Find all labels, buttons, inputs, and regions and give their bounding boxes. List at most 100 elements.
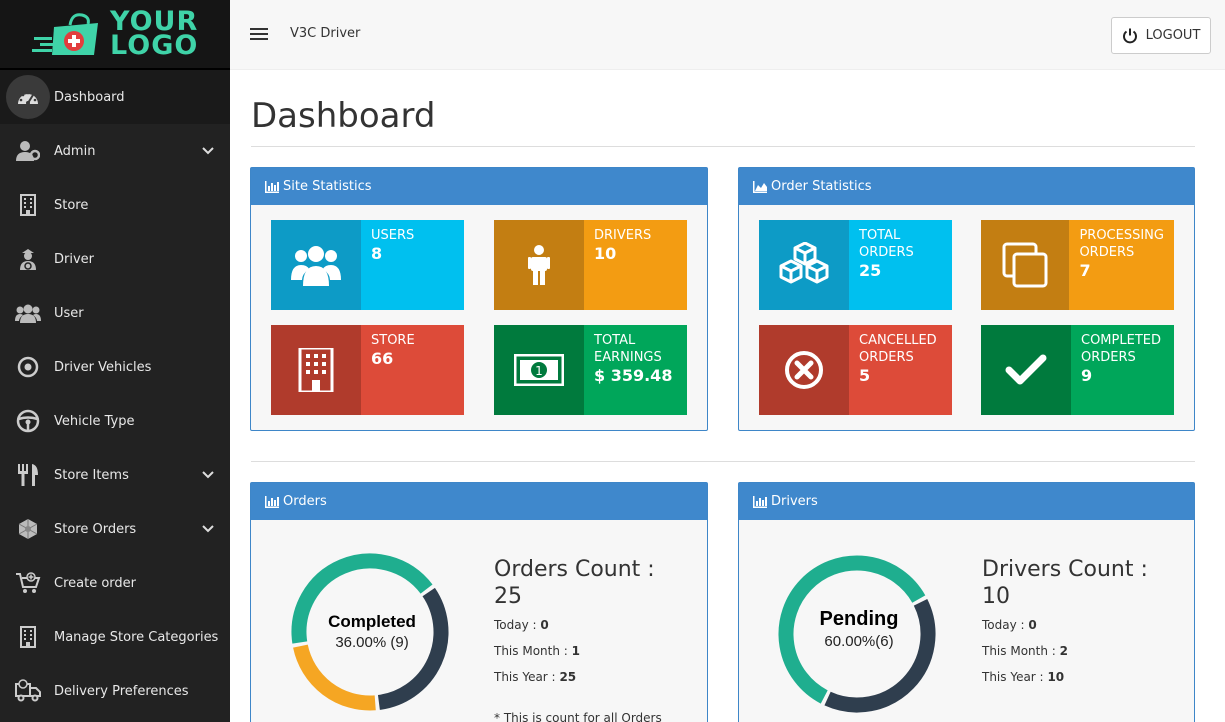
brand-name: V3C Driver: [290, 26, 361, 41]
dashboard-icon: [6, 75, 50, 119]
sidebar-item-dashboard[interactable]: Dashboard: [0, 70, 230, 124]
sidebar-item-label: Store: [54, 197, 89, 213]
drivers-tile[interactable]: DRIVERS 10: [494, 220, 687, 310]
panel-header: Orders: [251, 483, 707, 520]
tile-value: 7: [1079, 261, 1091, 280]
sidebar-item-manage-store-categories[interactable]: Manage Store Categories: [0, 610, 230, 664]
tile-label: COMPLETED ORDERS: [1081, 333, 1161, 365]
divider: [251, 461, 1195, 462]
target-icon: [14, 353, 42, 381]
total-orders-tile[interactable]: TOTAL ORDERS 25: [759, 220, 952, 310]
building-icon: [14, 623, 42, 651]
steering-wheel-icon: [14, 407, 42, 435]
cutlery-icon: [14, 461, 42, 489]
bar-chart-icon: [753, 495, 767, 508]
bar-chart-icon: [265, 495, 279, 508]
sidebar-item-label: Delivery Preferences: [54, 683, 189, 699]
sidebar-item-label: Create order: [54, 575, 136, 591]
earnings-tile[interactable]: 1 TOTAL EARNINGS $ 359.48: [494, 325, 687, 415]
money-icon: 1: [494, 325, 584, 415]
sidebar-item-label: User: [54, 305, 84, 321]
orders-this-year: This Year : 25: [494, 670, 577, 684]
logo[interactable]: YOUR LOGO: [0, 0, 230, 70]
tile-value: 10: [594, 244, 617, 263]
sidebar-item-label: Dashboard: [54, 89, 125, 105]
area-chart-icon: [753, 180, 767, 193]
copy-icon: [981, 220, 1070, 310]
sidebar-item-driver-vehicles[interactable]: Driver Vehicles: [0, 340, 230, 394]
topbar: V3C Driver LOGOUT: [230, 0, 1225, 70]
cancel-circle-icon: [759, 325, 849, 415]
sidebar-item-driver[interactable]: Driver: [0, 232, 230, 286]
tile-label: USERS: [371, 228, 415, 243]
divider: [251, 146, 1195, 147]
store-tile[interactable]: STORE 66: [271, 325, 464, 415]
tile-value: 5: [859, 366, 871, 385]
processing-orders-tile[interactable]: PROCESSING ORDERS 7: [981, 220, 1174, 310]
drivers-count-title: Drivers Count : 10: [982, 557, 1148, 609]
chevron-down-icon[interactable]: [202, 522, 214, 537]
users-icon: [14, 299, 42, 327]
sidebar-item-label: Vehicle Type: [54, 413, 135, 429]
menu-toggle-icon[interactable]: [250, 28, 268, 40]
sidebar-item-delivery-preferences[interactable]: Delivery Preferences: [0, 664, 230, 718]
orders-donut-label: Completed 36.00% (9): [328, 612, 416, 651]
driver-icon: [14, 245, 42, 273]
sidebar-item-label: Driver Vehicles: [54, 359, 152, 375]
building-icon: [14, 191, 42, 219]
sidebar-item-vehicle-type[interactable]: Vehicle Type: [0, 394, 230, 448]
panel-header: Order Statistics: [739, 168, 1194, 205]
logo-text: YOUR LOGO: [110, 6, 199, 61]
drivers-this-year: This Year : 10: [982, 670, 1065, 684]
bar-chart-icon: [265, 180, 279, 193]
sidebar-item-label: Driver: [54, 251, 95, 267]
svg-text:1: 1: [535, 364, 543, 378]
building-icon: [271, 325, 361, 415]
orders-this-month: This Month : 1: [494, 644, 580, 658]
panel-header: Drivers: [739, 483, 1194, 520]
orders-count-title: Orders Count : 25: [494, 557, 655, 609]
sidebar-item-store[interactable]: Store: [0, 178, 230, 232]
orders-icon: [14, 515, 42, 543]
sidebar-item-admin[interactable]: Admin: [0, 124, 230, 178]
tile-value: 9: [1081, 366, 1093, 385]
tile-value: $ 359.48: [594, 366, 673, 385]
drivers-donut-label: Pending 60.00%(6): [819, 608, 899, 650]
sidebar-item-user[interactable]: User: [0, 286, 230, 340]
panel-header: Site Statistics: [251, 168, 707, 205]
orders-note: * This is count for all Orders: [494, 711, 662, 722]
sidebar-item-store-orders[interactable]: Store Orders: [0, 502, 230, 556]
logo-bag-icon: [32, 13, 98, 55]
sidebar-item-label: Store Items: [54, 467, 129, 483]
drivers-today: Today : 0: [982, 618, 1037, 632]
users-tile[interactable]: USERS 8: [271, 220, 464, 310]
donut-segment-cancelled[interactable]: [293, 644, 376, 711]
sidebar: YOUR LOGO Dashboard Admin Store Driver User D…: [0, 0, 230, 722]
tile-label: STORE: [371, 333, 415, 348]
drivers-this-month: This Month : 2: [982, 644, 1068, 658]
chevron-down-icon[interactable]: [202, 144, 214, 159]
tile-label: PROCESSING ORDERS: [1079, 228, 1164, 260]
sidebar-item-create-order[interactable]: Create order: [0, 556, 230, 610]
tile-label: TOTAL ORDERS: [859, 228, 914, 260]
tile-value: 25: [859, 261, 882, 280]
cubes-icon: [759, 220, 849, 310]
cancelled-orders-tile[interactable]: CANCELLED ORDERS 5: [759, 325, 952, 415]
cart-icon: [14, 569, 42, 597]
person-icon: [494, 220, 584, 310]
check-icon: [981, 325, 1071, 415]
tile-label: DRIVERS: [594, 228, 652, 243]
logout-button[interactable]: LOGOUT: [1111, 17, 1211, 54]
tile-value: 8: [371, 244, 383, 263]
chevron-down-icon[interactable]: [202, 468, 214, 483]
sidebar-item-store-items[interactable]: Store Items: [0, 448, 230, 502]
users-icon: [271, 220, 361, 310]
power-icon: [1122, 28, 1137, 43]
sidebar-item-label: Manage Store Categories: [54, 629, 219, 645]
tile-label: CANCELLED ORDERS: [859, 333, 937, 365]
completed-orders-tile[interactable]: COMPLETED ORDERS 9: [981, 325, 1174, 415]
sidebar-item-label: Admin: [54, 143, 96, 159]
tile-label: TOTAL EARNINGS: [594, 333, 662, 365]
delivery-icon: [14, 677, 42, 705]
admin-icon: [14, 137, 42, 165]
